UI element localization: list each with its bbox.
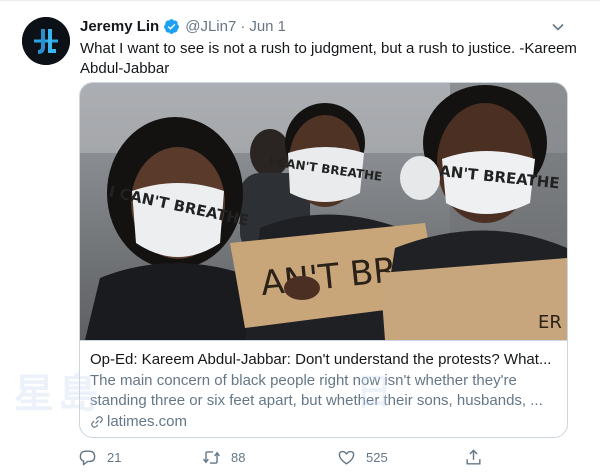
like-icon — [338, 450, 355, 465]
tweet-text: What I want to see is not a rush to judg… — [80, 40, 577, 77]
link-card[interactable]: I CAN'T BREATHE I CAN'T BREATHE AN'T BR … — [79, 82, 568, 438]
like-count: 525 — [366, 449, 388, 465]
more-menu-button[interactable] — [548, 17, 568, 37]
watermark-left: 星島 — [14, 372, 102, 416]
share-icon — [466, 448, 481, 465]
reply-button[interactable]: 21 — [78, 445, 121, 469]
tweet-header: Jeremy Lin @JLin7 · Jun 1 — [80, 15, 580, 37]
retweet-count: 88 — [231, 449, 246, 465]
protest-photo: I CAN'T BREATHE I CAN'T BREATHE AN'T BR … — [80, 83, 567, 340]
tweet[interactable]: Jeremy Lin @JLin7 · Jun 1 What I want to… — [0, 0, 600, 476]
sign-text-right: ER — [538, 312, 562, 333]
retweet-icon — [203, 450, 220, 464]
card-body: Op-Ed: Kareem Abdul-Jabbar: Don't unders… — [80, 340, 567, 437]
reply-count: 21 — [107, 449, 122, 465]
card-title[interactable]: Op-Ed: Kareem Abdul-Jabbar: Don't unders… — [90, 350, 557, 370]
card-description: The main concern of black people right n… — [90, 372, 543, 409]
card-domain[interactable]: latimes.com — [90, 412, 557, 432]
separator: · — [240, 17, 246, 35]
card-domain-text: latimes.com — [107, 413, 188, 430]
author-handle[interactable]: @JLin7 — [185, 18, 236, 35]
retweet-button[interactable]: 88 — [202, 445, 245, 469]
like-button[interactable]: 525 — [337, 445, 388, 469]
chevron-down-icon — [552, 23, 564, 31]
author-name[interactable]: Jeremy Lin — [80, 18, 159, 35]
tweet-date[interactable]: Jun 1 — [249, 18, 286, 35]
share-button[interactable] — [464, 445, 483, 469]
jl-logo-icon — [22, 17, 70, 65]
card-image: I CAN'T BREATHE I CAN'T BREATHE AN'T BR … — [80, 83, 567, 340]
tweet-actions: 21 88 525 — [72, 445, 502, 469]
avatar[interactable] — [22, 17, 70, 65]
reply-icon — [79, 449, 96, 465]
verified-badge-icon — [164, 18, 180, 34]
watermark-right: 日 — [356, 371, 393, 412]
